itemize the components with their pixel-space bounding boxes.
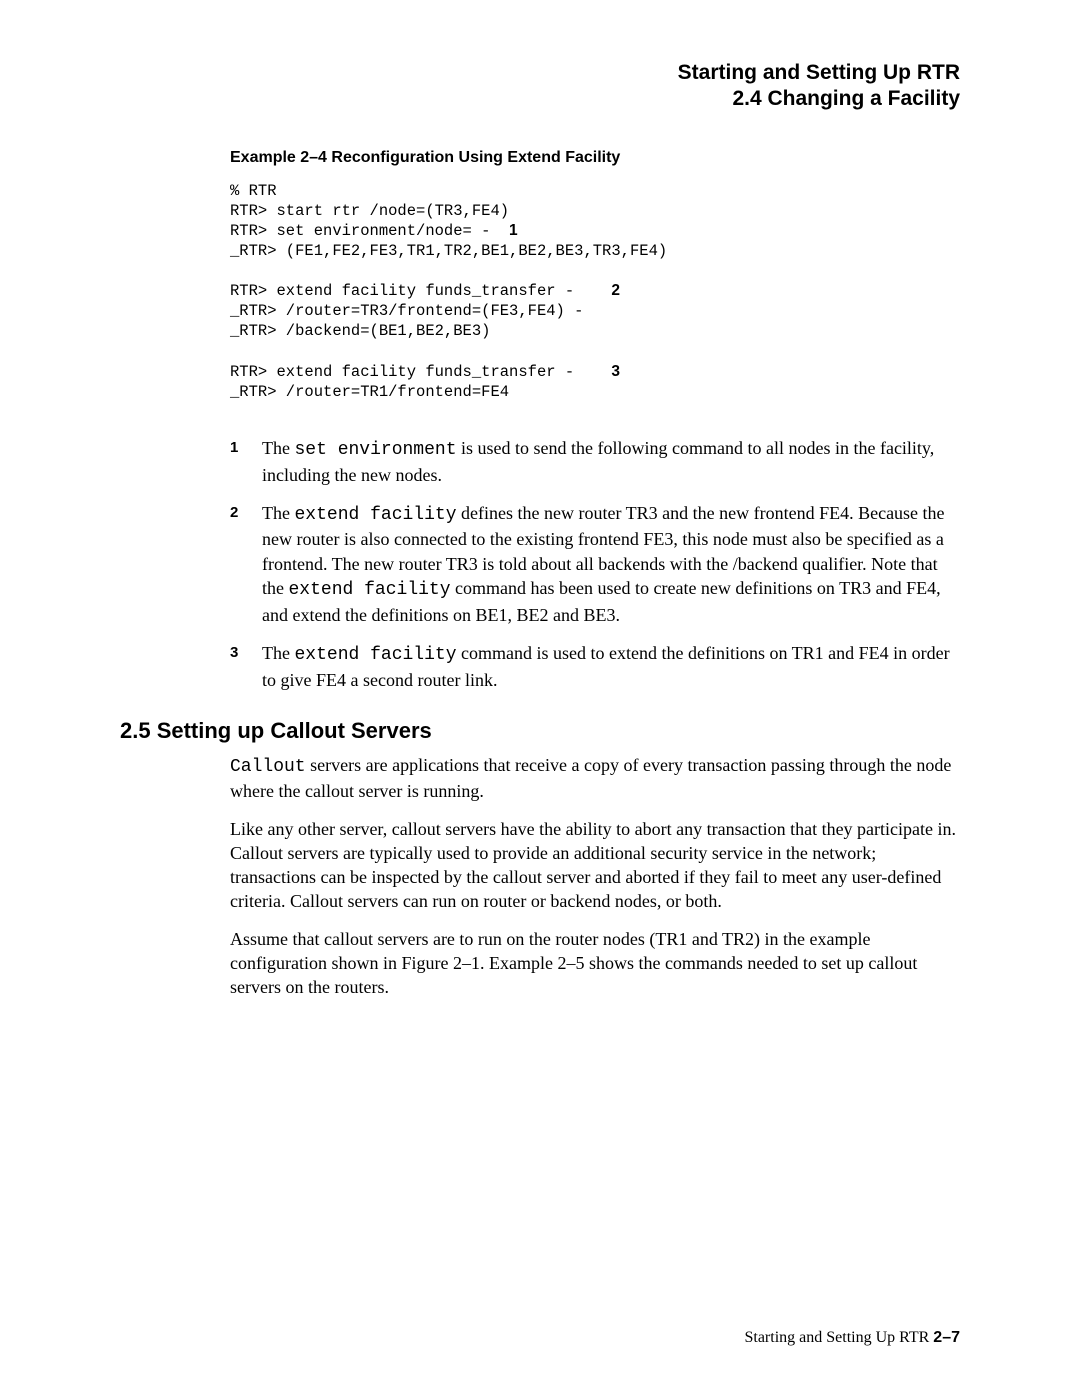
exp-body: The extend facility command is used to e…	[262, 641, 960, 692]
exp-text: The	[262, 503, 294, 523]
exp-code: extend facility	[289, 580, 451, 600]
exp-code: extend facility	[294, 505, 456, 525]
explanation-item-1: 1 The set environment is used to send th…	[230, 436, 960, 487]
para-code: Callout	[230, 757, 306, 777]
footer-label: Starting and Setting Up RTR	[744, 1329, 933, 1346]
exp-body: The extend facility defines the new rout…	[262, 501, 960, 627]
explanation-item-2: 2 The extend facility defines the new ro…	[230, 501, 960, 627]
page-footer: Starting and Setting Up RTR 2–7	[744, 1329, 960, 1347]
code-line: % RTR	[230, 182, 277, 200]
exp-num: 2	[230, 501, 244, 627]
section-heading: 2.5 Setting up Callout Servers	[120, 718, 960, 744]
code-line: RTR> extend facility funds_transfer -	[230, 282, 611, 300]
code-line: _RTR> /backend=(BE1,BE2,BE3)	[230, 322, 490, 340]
code-line: RTR> set environment/node= -	[230, 222, 509, 240]
exp-text: The	[262, 438, 294, 458]
header-line-2: 2.4 Changing a Facility	[120, 86, 960, 112]
page-header: Starting and Setting Up RTR 2.4 Changing…	[120, 60, 960, 113]
page-number: 2–7	[933, 1329, 960, 1346]
code-line: RTR> start rtr /node=(TR3,FE4)	[230, 202, 509, 220]
code-line: _RTR> (FE1,FE2,FE3,TR1,TR2,BE1,BE2,BE3,T…	[230, 242, 667, 260]
code-callout-2: 2	[611, 282, 620, 299]
exp-code: set environment	[294, 440, 456, 460]
code-block: % RTR RTR> start rtr /node=(TR3,FE4) RTR…	[230, 181, 960, 403]
explanation-item-3: 3 The extend facility command is used to…	[230, 641, 960, 692]
para-text: servers are applications that receive a …	[230, 755, 951, 801]
paragraph-2: Like any other server, callout servers h…	[230, 818, 960, 914]
explanation-list: 1 The set environment is used to send th…	[230, 436, 960, 692]
code-line: _RTR> /router=TR1/frontend=FE4	[230, 383, 509, 401]
code-line: _RTR> /router=TR3/frontend=(FE3,FE4) -	[230, 302, 583, 320]
paragraph-1: Callout servers are applications that re…	[230, 754, 960, 804]
exp-code: extend facility	[294, 645, 456, 665]
exp-num: 1	[230, 436, 244, 487]
paragraph-3: Assume that callout servers are to run o…	[230, 928, 960, 1000]
header-line-1: Starting and Setting Up RTR	[120, 60, 960, 86]
exp-num: 3	[230, 641, 244, 692]
code-callout-3: 3	[611, 363, 620, 380]
exp-body: The set environment is used to send the …	[262, 436, 960, 487]
code-line: RTR> extend facility funds_transfer -	[230, 363, 611, 381]
example-caption: Example 2–4 Reconfiguration Using Extend…	[230, 149, 960, 167]
exp-text: The	[262, 643, 294, 663]
page: Starting and Setting Up RTR 2.4 Changing…	[0, 0, 1080, 1397]
code-callout-1: 1	[509, 222, 518, 239]
